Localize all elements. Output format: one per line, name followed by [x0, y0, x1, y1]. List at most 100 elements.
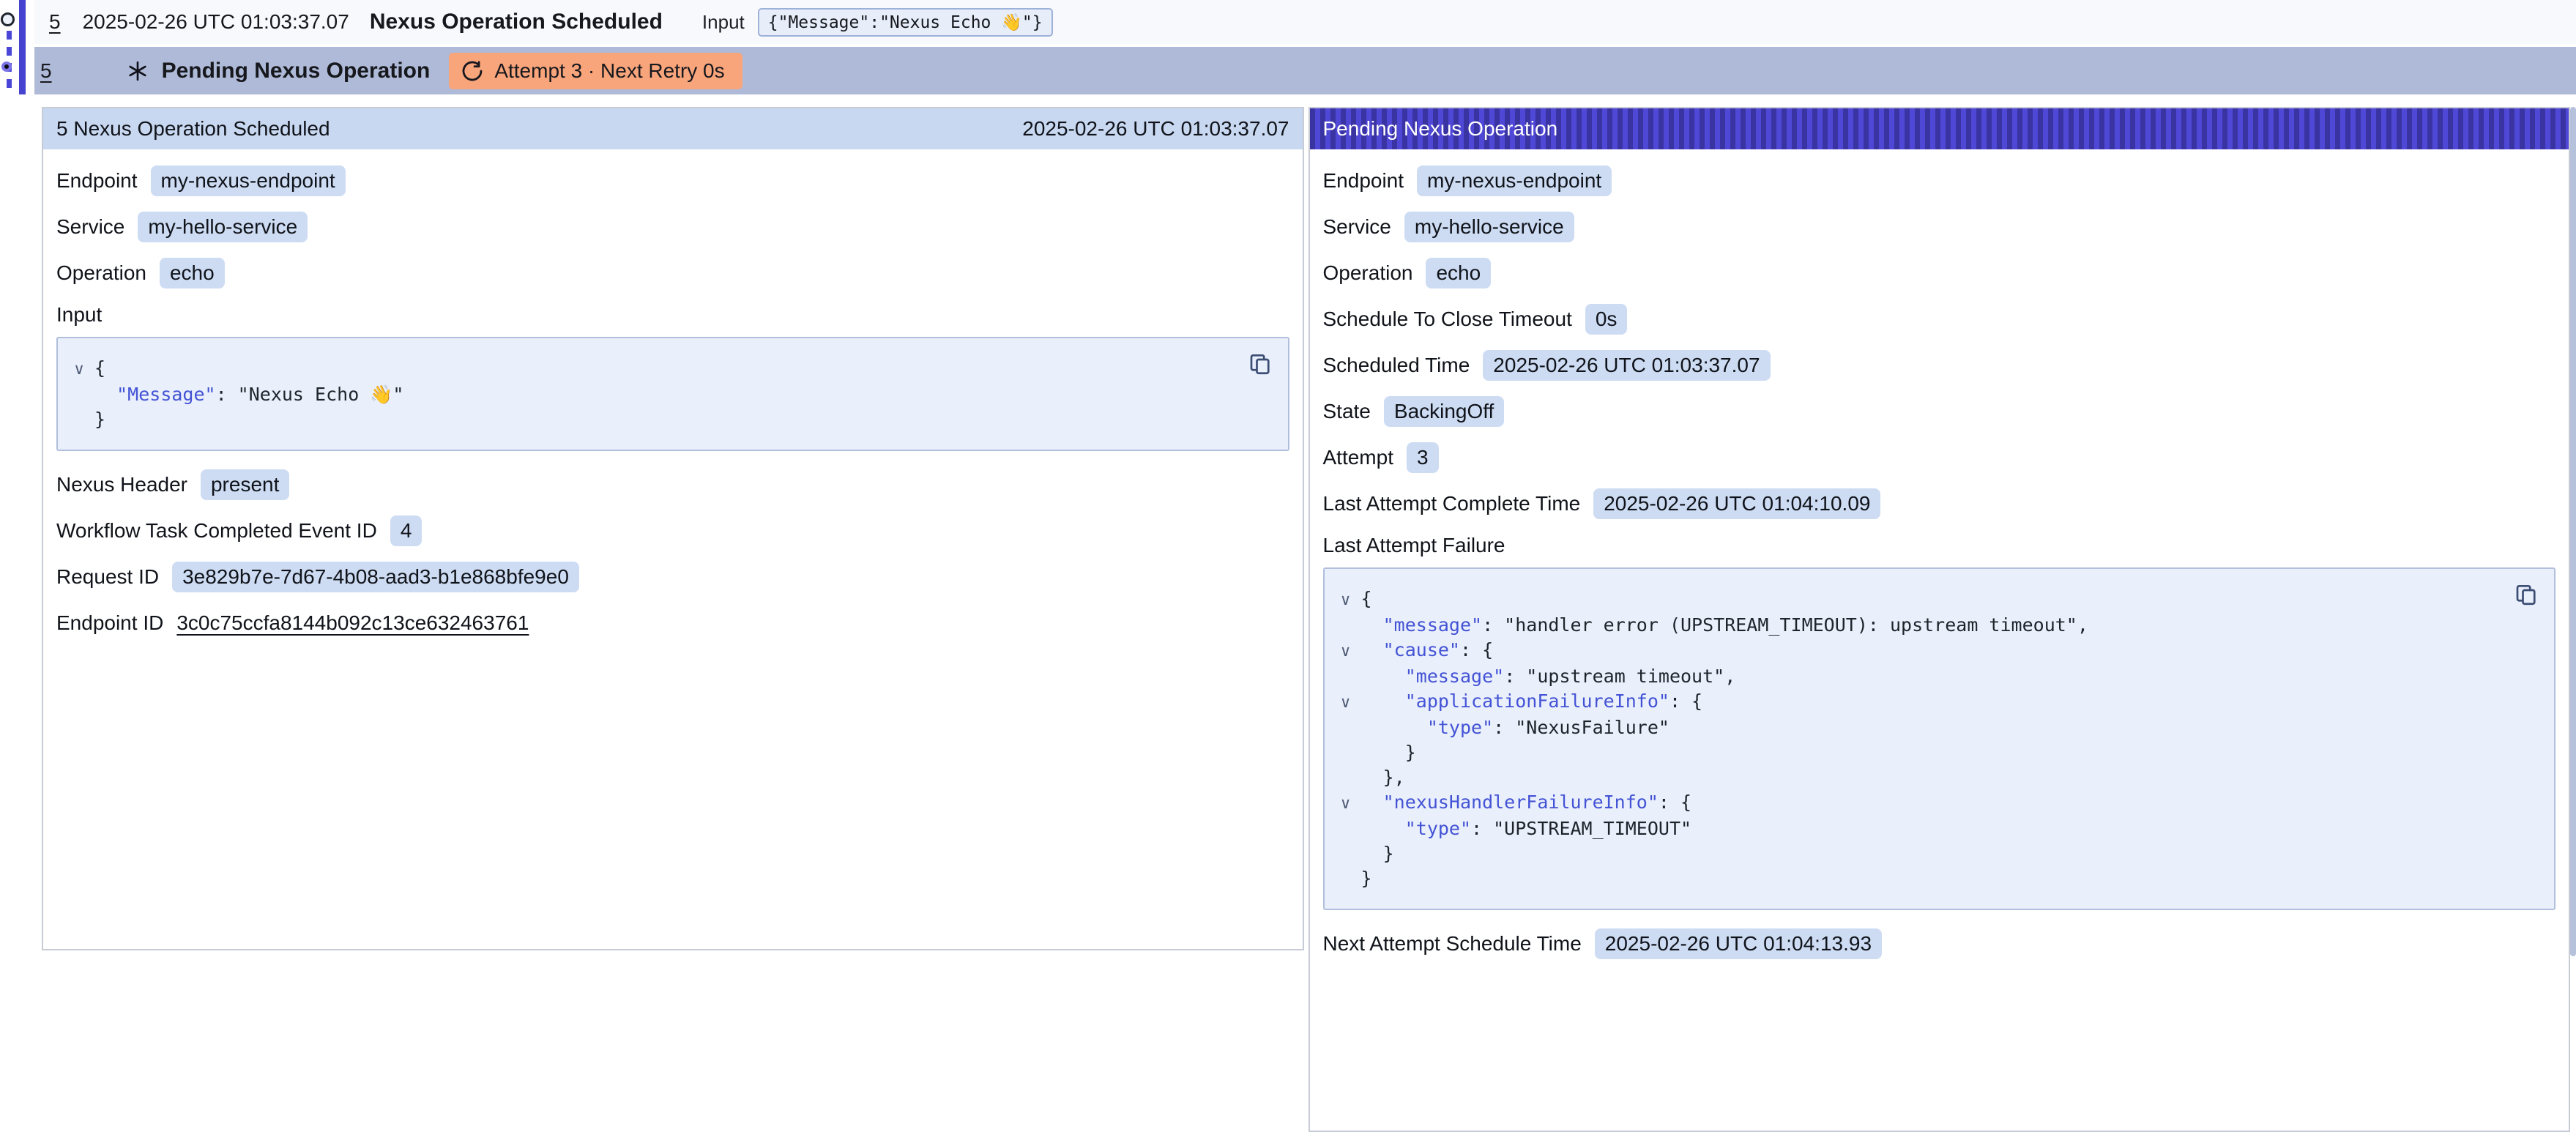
field-row-service: Service my-hello-service [56, 211, 1289, 243]
collapse-chevron-icon[interactable]: ∨ [1330, 792, 1361, 816]
code-line: ∨ "nexusHandlerFailureInfo": { [1330, 790, 2504, 816]
event-detail-panels: 5 Nexus Operation Scheduled 2025-02-26 U… [42, 107, 2570, 956]
retry-badge-label: Attempt 3 · Next Retry 0s [494, 59, 724, 83]
event-id-link[interactable]: 5 [40, 59, 52, 83]
field-value-badge: my-nexus-endpoint [1417, 165, 1612, 196]
field-row-state: State BackingOff [1323, 395, 2556, 428]
json-text: } [1405, 742, 1416, 763]
event-id-link[interactable]: 5 [49, 10, 61, 34]
field-value-badge: my-nexus-endpoint [151, 165, 346, 196]
failure-json-block: ∨{ "message": "handler error (UPSTREAM_T… [1323, 567, 2556, 910]
field-row-attempt: Attempt 3 [1323, 442, 2556, 474]
last-attempt-failure-label: Last Attempt Failure [1323, 534, 2556, 557]
json-key: "nexusHandlerFailureInfo" [1383, 792, 1659, 813]
code-indent [1361, 614, 1383, 636]
field-value-badge: echo [160, 258, 225, 288]
field-label: Schedule To Close Timeout [1323, 308, 1572, 331]
field-value-badge: 2025-02-26 UTC 01:04:13.93 [1595, 928, 1882, 959]
event-input-label: Input [702, 11, 745, 34]
event-row-nexus-operation-scheduled[interactable]: 5 2025-02-26 UTC 01:03:37.07 Nexus Opera… [34, 0, 2576, 44]
field-value-badge: 2025-02-26 UTC 01:03:37.07 [1483, 350, 1770, 381]
timeline-rail [19, 0, 26, 94]
json-text: } [94, 409, 105, 430]
field-label: Request ID [56, 565, 159, 589]
field-label: Nexus Header [56, 473, 187, 496]
code-indent [1361, 690, 1405, 712]
field-label: Endpoint ID [56, 611, 163, 635]
code-line: "message": "upstream timeout", [1330, 664, 2504, 689]
field-label: Workflow Task Completed Event ID [56, 519, 377, 543]
event-name: Nexus Operation Scheduled [370, 10, 663, 34]
field-label: Operation [1323, 261, 1413, 285]
field-row-operation: Operation echo [1323, 257, 2556, 289]
field-label: Endpoint [1323, 169, 1404, 193]
code-indent [94, 384, 116, 405]
scheduled-event-panel: 5 Nexus Operation Scheduled 2025-02-26 U… [42, 107, 1304, 950]
field-value-badge: BackingOff [1384, 396, 1504, 427]
field-value-badge: my-hello-service [138, 212, 308, 242]
field-value-badge: 3e829b7e-7d67-4b08-aad3-b1e868bfe9e0 [172, 562, 579, 592]
collapse-chevron-icon[interactable]: ∨ [1330, 690, 1361, 715]
field-row-endpoint: Endpoint my-nexus-endpoint [56, 165, 1289, 197]
field-value-badge: 0s [1585, 304, 1628, 335]
code-line: "type": "UPSTREAM_TIMEOUT" [1330, 816, 2504, 841]
pending-asterisk-icon [127, 60, 149, 82]
retry-icon [461, 59, 484, 83]
json-key: "type" [1427, 717, 1493, 738]
field-value-badge: my-hello-service [1404, 212, 1574, 242]
field-label: Scheduled Time [1323, 354, 1470, 377]
collapse-chevron-icon[interactable]: ∨ [64, 357, 94, 382]
copy-button[interactable] [1247, 350, 1275, 378]
event-name: Pending Nexus Operation [162, 59, 431, 83]
json-text: : "Nexus Echo 👋" [216, 384, 404, 405]
code-indent [1361, 639, 1383, 660]
field-value-badge: echo [1426, 258, 1491, 288]
scheduled-panel-header: 5 Nexus Operation Scheduled 2025-02-26 U… [43, 108, 1303, 149]
field-value-badge: 4 [390, 515, 422, 546]
json-key: "message" [1405, 666, 1504, 687]
event-row-pending-nexus-operation[interactable]: 5 Pending Nexus Operation Attempt 3 · Ne… [34, 47, 2576, 94]
collapse-chevron-icon[interactable]: ∨ [1330, 588, 1361, 613]
json-text: }, [1383, 767, 1405, 788]
json-text: : { [1460, 639, 1493, 660]
field-label: Service [1323, 215, 1391, 239]
field-row-next-attempt-schedule-time: Next Attempt Schedule Time 2025-02-26 UT… [1323, 928, 2556, 960]
field-row-endpoint-id: Endpoint ID 3c0c75ccfa8144b092c13ce63246… [56, 607, 1289, 639]
code-line: } [1330, 866, 2504, 891]
code-indent [1361, 843, 1383, 864]
input-section-label: Input [56, 303, 1289, 327]
code-line: "Message": "Nexus Echo 👋" [64, 382, 1237, 407]
code-line: }, [1330, 765, 2504, 790]
json-text: : { [1659, 792, 1691, 813]
scheduled-panel-title: 5 Nexus Operation Scheduled [56, 117, 330, 141]
field-row-last-attempt-complete-time: Last Attempt Complete Time 2025-02-26 UT… [1323, 488, 2556, 520]
event-timestamp: 2025-02-26 UTC 01:03:37.07 [83, 10, 349, 34]
endpoint-id-link[interactable]: 3c0c75ccfa8144b092c13ce632463761 [176, 611, 529, 635]
json-key: "message" [1383, 614, 1482, 636]
field-value-badge: present [201, 469, 289, 500]
vertical-scrollbar[interactable] [2570, 107, 2576, 956]
json-key: "type" [1405, 818, 1471, 839]
field-label: Endpoint [56, 169, 138, 193]
field-row-request-id: Request ID 3e829b7e-7d67-4b08-aad3-b1e86… [56, 561, 1289, 593]
json-text: { [94, 357, 105, 379]
copy-button[interactable] [2513, 581, 2541, 608]
pending-panel-header: Pending Nexus Operation [1310, 108, 2569, 149]
json-text: : { [1669, 690, 1702, 712]
json-key: "Message" [116, 384, 215, 405]
field-label: State [1323, 400, 1371, 423]
code-indent [1361, 767, 1383, 788]
json-text: } [1383, 843, 1394, 864]
field-label: Service [56, 215, 124, 239]
collapse-chevron-icon[interactable]: ∨ [1330, 639, 1361, 664]
json-text: : "handler error (UPSTREAM_TIMEOUT): ups… [1482, 614, 2088, 636]
code-line: } [1330, 740, 2504, 765]
scheduled-panel-timestamp: 2025-02-26 UTC 01:03:37.07 [1022, 117, 1289, 141]
code-indent [1361, 792, 1383, 813]
code-indent [1361, 818, 1405, 839]
field-row-workflow-task-completed-event-id: Workflow Task Completed Event ID 4 [56, 515, 1289, 547]
field-row-nexus-header: Nexus Header present [56, 469, 1289, 501]
json-key: "cause" [1383, 639, 1460, 660]
pending-panel-title: Pending Nexus Operation [1323, 117, 1558, 141]
json-text: : "NexusFailure" [1493, 717, 1669, 738]
